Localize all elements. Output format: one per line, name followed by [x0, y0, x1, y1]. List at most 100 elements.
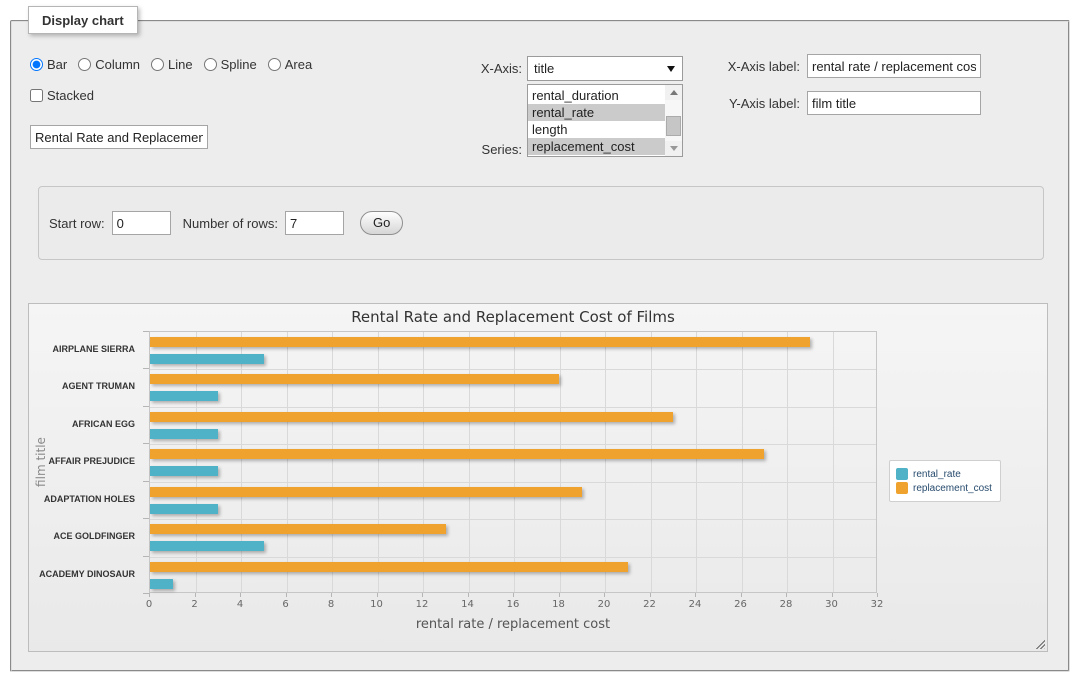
chart-type-bar[interactable]: Bar — [30, 57, 67, 72]
start-row-label: Start row: — [49, 216, 105, 231]
x-tick-label: 10 — [370, 599, 383, 610]
bar-rental_rate[interactable] — [150, 354, 264, 364]
chart-type-area-radio[interactable] — [268, 58, 281, 71]
x-tick-label: 20 — [598, 599, 611, 610]
chart-legend: rental_rate replacement_cost — [889, 460, 1001, 502]
gridline — [514, 332, 515, 592]
x-axis-title: rental rate / replacement cost — [149, 617, 877, 632]
chart-title: Rental Rate and Replacement Cost of Film… — [149, 308, 877, 326]
number-of-rows-input[interactable] — [285, 211, 344, 235]
x-tick — [877, 593, 878, 597]
x-tick-label: 2 — [191, 599, 197, 610]
scrollbar-thumb[interactable] — [666, 116, 681, 136]
series-option-length[interactable]: length — [528, 121, 682, 138]
chart-type-spline-radio[interactable] — [204, 58, 217, 71]
gridline — [423, 332, 424, 592]
x-tick-label: 32 — [871, 599, 884, 610]
chart-type-line-radio[interactable] — [151, 58, 164, 71]
chart-type-bar-label: Bar — [47, 57, 67, 72]
category-label: AFFAIR PREJUDICE — [48, 456, 135, 466]
gridline — [196, 332, 197, 592]
series-multiselect[interactable]: rental_duration rental_rate length repla… — [527, 84, 683, 157]
x-tick — [240, 593, 241, 597]
bar-replacement_cost[interactable] — [150, 562, 628, 572]
bar-rental_rate[interactable] — [150, 466, 218, 476]
category-labels: AIRPLANE SIERRAAGENT TRUMANAFRICAN EGGAF… — [29, 331, 142, 593]
chart-type-bar-radio[interactable] — [30, 58, 43, 71]
x-tick — [604, 593, 605, 597]
bar-replacement_cost[interactable] — [150, 412, 673, 422]
x-tick-label: 14 — [461, 599, 474, 610]
x-tick-label: 4 — [237, 599, 243, 610]
bar-rental_rate[interactable] — [150, 429, 218, 439]
bar-replacement_cost[interactable] — [150, 487, 582, 497]
series-option-rental-rate[interactable]: rental_rate — [528, 104, 682, 121]
chart-type-area-label: Area — [285, 57, 312, 72]
gridline — [150, 444, 876, 445]
scroll-up-button[interactable] — [665, 85, 682, 100]
x-axis-select[interactable]: title — [527, 56, 683, 81]
category-label: AGENT TRUMAN — [62, 381, 135, 391]
gridline — [787, 332, 788, 592]
chart-type-line-label: Line — [168, 57, 193, 72]
y-axis-label-input[interactable] — [807, 91, 981, 115]
start-row-input[interactable] — [112, 211, 171, 235]
gridline — [560, 332, 561, 592]
chart-type-area[interactable]: Area — [268, 57, 312, 72]
gridline — [378, 332, 379, 592]
arrow-down-icon — [670, 146, 678, 151]
panel-legend: Display chart — [28, 6, 138, 34]
x-tick — [286, 593, 287, 597]
panel-legend-text: Display chart — [42, 13, 124, 28]
bar-rental_rate[interactable] — [150, 579, 173, 589]
x-tick-label: 6 — [282, 599, 288, 610]
bar-replacement_cost[interactable] — [150, 374, 559, 384]
gridline — [150, 557, 876, 558]
legend-item-rental_rate[interactable]: rental_rate — [896, 468, 992, 480]
x-tick-label: 28 — [780, 599, 793, 610]
bar-replacement_cost[interactable] — [150, 524, 446, 534]
bar-replacement_cost[interactable] — [150, 337, 810, 347]
series-list-scrollbar[interactable] — [665, 85, 682, 156]
x-tick — [695, 593, 696, 597]
gridline — [150, 407, 876, 408]
row-range-controls: Start row: Number of rows: Go — [49, 211, 403, 235]
gridline — [150, 519, 876, 520]
legend-label: replacement_cost — [913, 483, 992, 494]
bar-rental_rate[interactable] — [150, 541, 264, 551]
series-option-rental-duration[interactable]: rental_duration — [528, 87, 682, 104]
x-tick — [331, 593, 332, 597]
chart-title-input[interactable] — [30, 125, 208, 149]
y-axis-label-caption: Y-Axis label: — [700, 96, 800, 111]
chart-type-column-radio[interactable] — [78, 58, 91, 71]
x-axis-tick-labels: 02468101214161820222426283032 — [149, 599, 878, 611]
x-axis-ticks — [149, 593, 878, 597]
row-range-panel: Start row: Number of rows: Go — [38, 186, 1044, 260]
scroll-down-button[interactable] — [665, 141, 682, 156]
chart-type-spline[interactable]: Spline — [204, 57, 257, 72]
go-button[interactable]: Go — [360, 211, 403, 235]
x-tick — [832, 593, 833, 597]
x-axis-label-input[interactable] — [807, 54, 981, 78]
chart-type-column[interactable]: Column — [78, 57, 140, 72]
legend-item-replacement_cost[interactable]: replacement_cost — [896, 482, 992, 494]
category-label: ACADEMY DINOSAUR — [39, 569, 135, 579]
stacked-checkbox[interactable] — [30, 89, 43, 102]
bar-rental_rate[interactable] — [150, 391, 218, 401]
x-tick — [741, 593, 742, 597]
bar-replacement_cost[interactable] — [150, 449, 764, 459]
resize-grip[interactable] — [1034, 638, 1045, 649]
legend-label: rental_rate — [913, 469, 961, 480]
x-axis-select-label: X-Axis: — [460, 61, 522, 76]
x-axis-label-caption: X-Axis label: — [700, 59, 800, 74]
chart-type-line[interactable]: Line — [151, 57, 193, 72]
chart-type-spline-label: Spline — [221, 57, 257, 72]
stacked-label: Stacked — [47, 88, 94, 103]
bar-rental_rate[interactable] — [150, 504, 218, 514]
x-tick-label: 0 — [146, 599, 152, 610]
category-label: AFRICAN EGG — [72, 419, 135, 429]
stacked-option[interactable]: Stacked — [30, 88, 94, 103]
series-option-replacement-cost[interactable]: replacement_cost — [528, 138, 682, 155]
x-tick-label: 26 — [734, 599, 747, 610]
x-tick-label: 16 — [507, 599, 520, 610]
